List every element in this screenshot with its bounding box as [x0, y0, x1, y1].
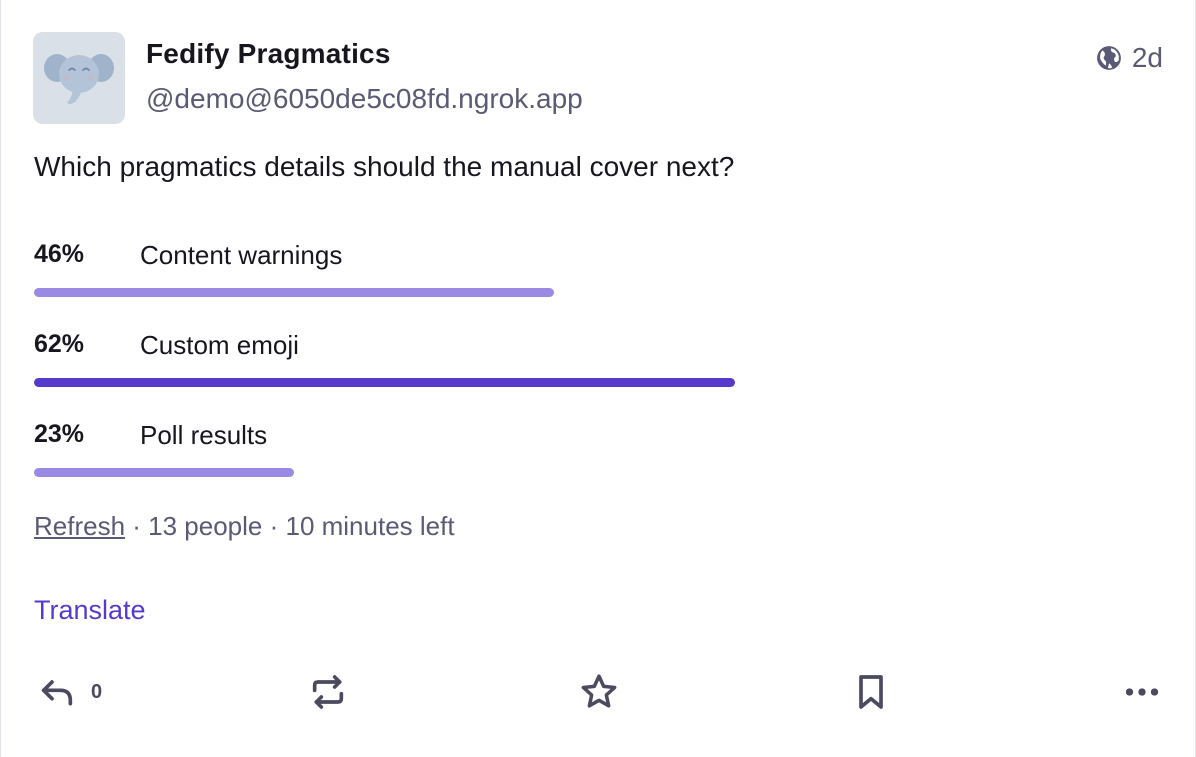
- status-meta: 2d: [1096, 42, 1163, 74]
- poll-option-percent: 23%: [34, 420, 85, 448]
- translate-button[interactable]: Translate: [34, 595, 146, 626]
- poll-option-bar: [34, 378, 735, 387]
- poll-option-percent: 46%: [34, 240, 85, 268]
- boost-icon: [308, 672, 348, 712]
- bookmark-icon: [851, 672, 891, 712]
- poll-option: 23% Poll results: [34, 420, 1164, 480]
- poll-option-percent: 62%: [34, 330, 85, 358]
- bookmark-button[interactable]: [851, 668, 891, 716]
- more-icon: [1122, 672, 1162, 712]
- star-icon: [579, 672, 619, 712]
- poll-option-label: Custom emoji: [140, 330, 299, 360]
- avatar[interactable]: [33, 32, 125, 124]
- boost-button[interactable]: [308, 668, 348, 716]
- elephant-icon: [33, 32, 125, 124]
- more-button[interactable]: [1122, 668, 1162, 716]
- relative-time[interactable]: 2d: [1132, 42, 1163, 74]
- poll-summary: · 13 people · 10 minutes left: [125, 511, 455, 541]
- poll-option: 62% Custom emoji: [34, 330, 1164, 390]
- poll-footer: Refresh · 13 people · 10 minutes left: [34, 511, 455, 542]
- poll-refresh-link[interactable]: Refresh: [34, 511, 125, 541]
- poll-option-bar: [34, 468, 294, 477]
- author-display-name[interactable]: Fedify Pragmatics: [146, 38, 391, 70]
- reply-count: 0: [91, 680, 103, 703]
- favourite-button[interactable]: [579, 668, 619, 716]
- poll-option-label: Poll results: [140, 420, 268, 450]
- poll-option-bar: [34, 288, 554, 297]
- author-handle[interactable]: @demo@6050de5c08fd.ngrok.app: [146, 83, 583, 115]
- poll-option-label: Content warnings: [140, 240, 343, 270]
- poll-option: 46% Content warnings: [34, 240, 1164, 300]
- status-card: Fedify Pragmatics @demo@6050de5c08fd.ngr…: [0, 0, 1196, 757]
- status-content: Which pragmatics details should the manu…: [34, 151, 735, 182]
- reply-button[interactable]: 0: [37, 668, 102, 716]
- action-bar: 0: [1, 668, 1196, 716]
- reply-icon: [37, 672, 77, 712]
- globe-icon: [1096, 45, 1122, 71]
